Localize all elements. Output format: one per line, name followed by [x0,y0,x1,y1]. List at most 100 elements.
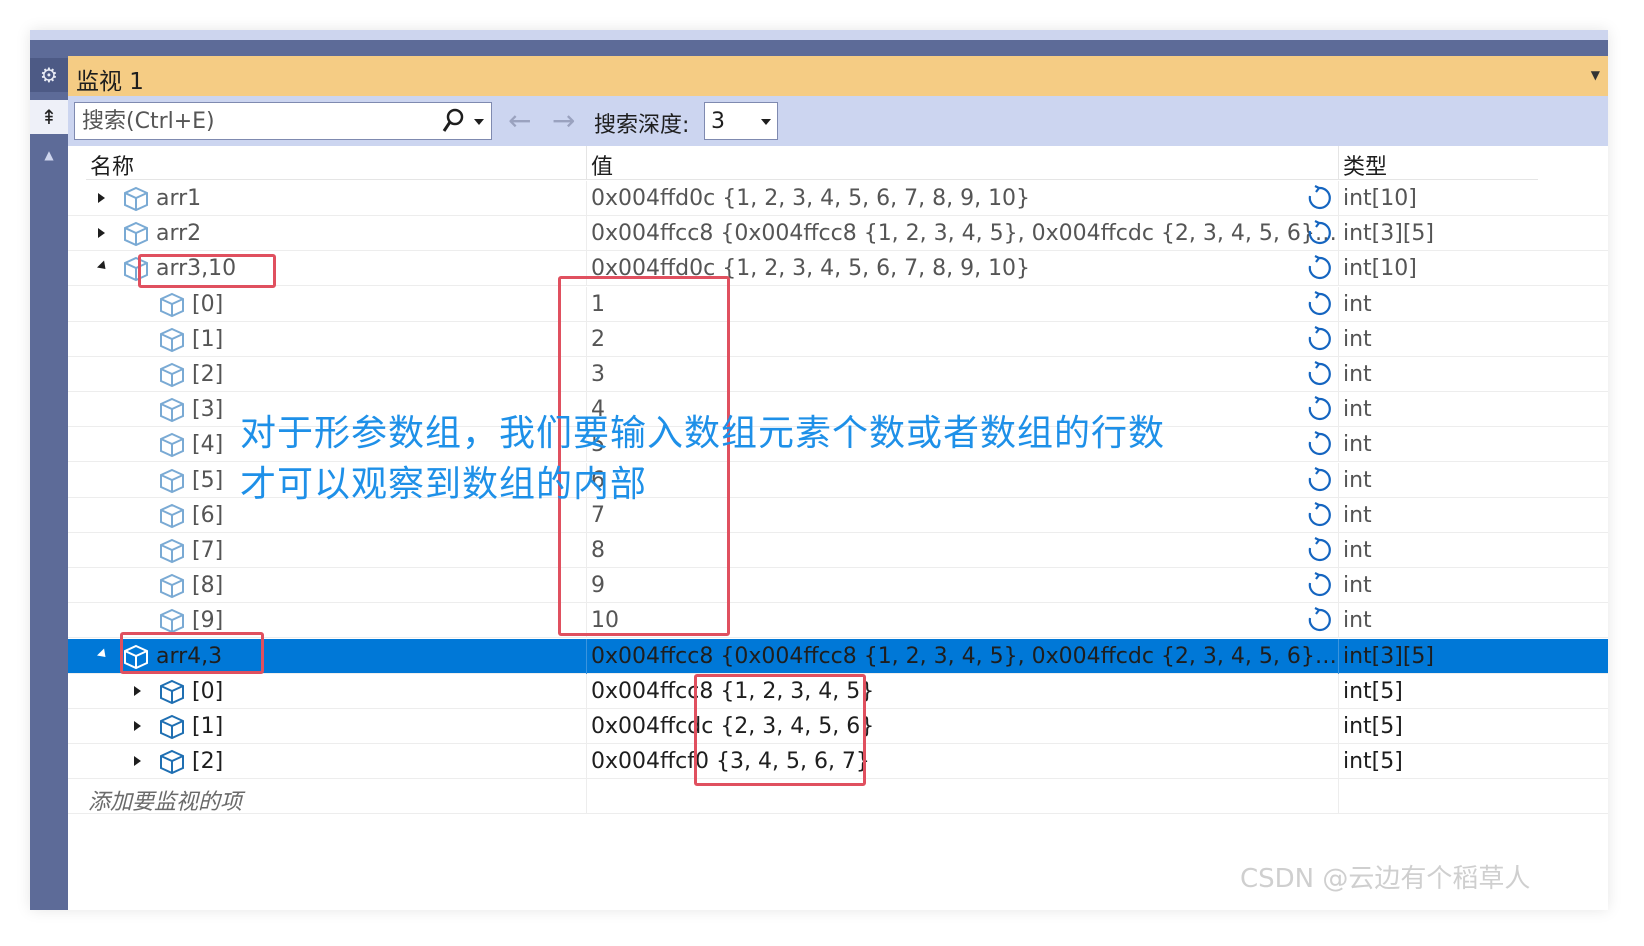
variable-cube-icon [158,502,186,530]
variable-name: arr1 [156,186,202,211]
refresh-icon[interactable] [1306,219,1332,247]
type-cell: int [1338,357,1538,392]
pin-toggle-icon[interactable]: ⇞ [30,100,68,134]
variable-name: [3] [192,397,224,423]
table-row[interactable]: [7] 8 int [68,533,1608,568]
variable-name: [9] [192,608,224,634]
variable-name: [4] [192,432,224,458]
table-row[interactable]: [2] 3 int [68,357,1608,392]
name-cell[interactable]: [1] [86,322,586,357]
highlight-box-arr4-rows [694,674,866,786]
type-cell: int[5] [1338,673,1538,709]
left-dock-bar [30,56,68,910]
search-dropdown-button[interactable] [468,102,492,140]
search-icon[interactable] [441,106,465,136]
scroll-up-icon[interactable]: ▲ [30,144,68,166]
name-cell[interactable]: [2] [86,744,586,779]
collapse-triangle-icon[interactable] [96,260,110,273]
expand-triangle-icon[interactable] [134,721,141,731]
variable-cube-icon [158,431,186,459]
type-text: int[3][5] [1343,221,1435,247]
arrow-left-icon[interactable]: ← [508,104,531,137]
chevron-down-icon [761,119,771,125]
name-cell[interactable]: [0] [86,674,586,709]
variable-name: [0] [192,678,224,704]
collapse-triangle-icon[interactable] [96,648,110,661]
type-text: int [1343,467,1372,493]
refresh-icon[interactable] [1306,536,1332,564]
table-row[interactable]: [8] 9 int [68,568,1608,604]
type-text: int [1343,608,1372,634]
tool-window-title-bar: 监视 1 ▼ [68,56,1608,96]
value-cell[interactable]: 0x004ffcc8 {0x004ffcc8 {1, 2, 3, 4, 5}, … [586,216,1338,252]
highlight-box-arr4-name [120,632,264,674]
type-cell: int[5] [1338,709,1538,744]
type-cell: int [1338,392,1538,428]
variable-name: [7] [192,538,224,563]
type-text: int[5] [1343,749,1403,775]
refresh-icon[interactable] [1306,325,1332,353]
column-header-type[interactable]: 类型 [1338,146,1538,180]
annotation-line-2: 才可以观察到数组的内部 [240,464,648,505]
refresh-icon[interactable] [1306,606,1332,634]
window-menu-icon[interactable]: ▼ [1591,68,1600,82]
search-depth-select[interactable]: 3 [704,102,778,140]
type-cell: int [1338,603,1538,639]
table-row[interactable]: [9] 10 int [68,603,1608,639]
type-text: int [1343,502,1372,528]
refresh-icon[interactable] [1306,290,1332,318]
watch-grid: 名称 值 类型 arr1 0x004ffd0c {1, 2, 3, 4, 5, 6… [68,146,1608,910]
expand-triangle-icon[interactable] [134,756,141,767]
search-box [74,102,470,140]
variable-cube-icon [158,467,186,495]
refresh-icon[interactable] [1306,571,1332,599]
table-row[interactable]: arr1 0x004ffd0c {1, 2, 3, 4, 5, 6, 7, 8, … [68,181,1608,216]
type-cell: int [1338,321,1538,357]
variable-cube-icon [158,748,186,776]
type-cell: int [1338,497,1538,533]
add-watch-placeholder[interactable]: 添加要监视的项 [86,779,586,815]
table-row[interactable]: arr3,10 0x004ffd0c {1, 2, 3, 4, 5, 6, 7, … [68,251,1608,287]
search-input[interactable] [75,103,441,139]
variable-cube-icon [158,537,186,565]
name-cell[interactable]: [8] [86,568,586,603]
variable-name: [1] [192,326,224,352]
top-band [30,40,1608,56]
refresh-icon[interactable] [1306,254,1332,282]
refresh-icon[interactable] [1306,501,1332,529]
name-cell[interactable]: [0] [86,287,586,322]
column-header-value[interactable]: 值 [586,146,1338,180]
refresh-icon[interactable] [1306,184,1332,212]
refresh-icon[interactable] [1306,430,1332,458]
refresh-icon[interactable] [1306,360,1332,388]
type-text: int[3][5] [1343,643,1435,669]
table-row[interactable]: arr2 0x004ffcc8 {0x004ffcc8 {1, 2, 3, 4, … [68,216,1608,252]
name-cell[interactable]: arr2 [86,216,586,251]
column-header-name[interactable]: 名称 [86,146,586,180]
name-cell[interactable]: [7] [86,533,586,568]
name-cell[interactable]: [1] [86,709,586,744]
variable-cube-icon [158,361,186,389]
name-cell[interactable]: arr1 [86,181,586,216]
variable-cube-icon [158,572,186,600]
type-cell: int [1338,533,1538,568]
value-cell[interactable]: 0x004ffd0c {1, 2, 3, 4, 5, 6, 7, 8, 9, 1… [586,181,1338,216]
type-cell: int[10] [1338,251,1538,287]
refresh-icon[interactable] [1306,466,1332,494]
variable-name: [6] [192,502,224,528]
table-row[interactable]: arr4,3 0x004ffcc8 {0x004ffcc8 {1, 2, 3, 4… [68,638,1608,674]
expand-triangle-icon[interactable] [134,685,141,696]
watermark: CSDN @云边有个稻草人 [1240,864,1531,894]
table-row[interactable]: [1] 2 int [68,321,1608,357]
type-cell: int[5] [1338,744,1538,780]
refresh-icon[interactable] [1306,395,1332,423]
name-cell[interactable]: [2] [86,357,586,392]
variable-name: [2] [192,362,224,387]
variable-cube-icon [158,326,186,354]
expand-triangle-icon[interactable] [98,193,105,203]
value-cell[interactable]: 0x004ffcc8 {0x004ffcc8 {1, 2, 3, 4, 5}, … [586,638,1338,674]
arrow-right-icon[interactable]: → [552,104,575,137]
table-row[interactable]: [0] 1 int [68,286,1608,322]
expand-triangle-icon[interactable] [98,228,105,239]
gear-icon[interactable]: ⚙ [30,58,68,92]
